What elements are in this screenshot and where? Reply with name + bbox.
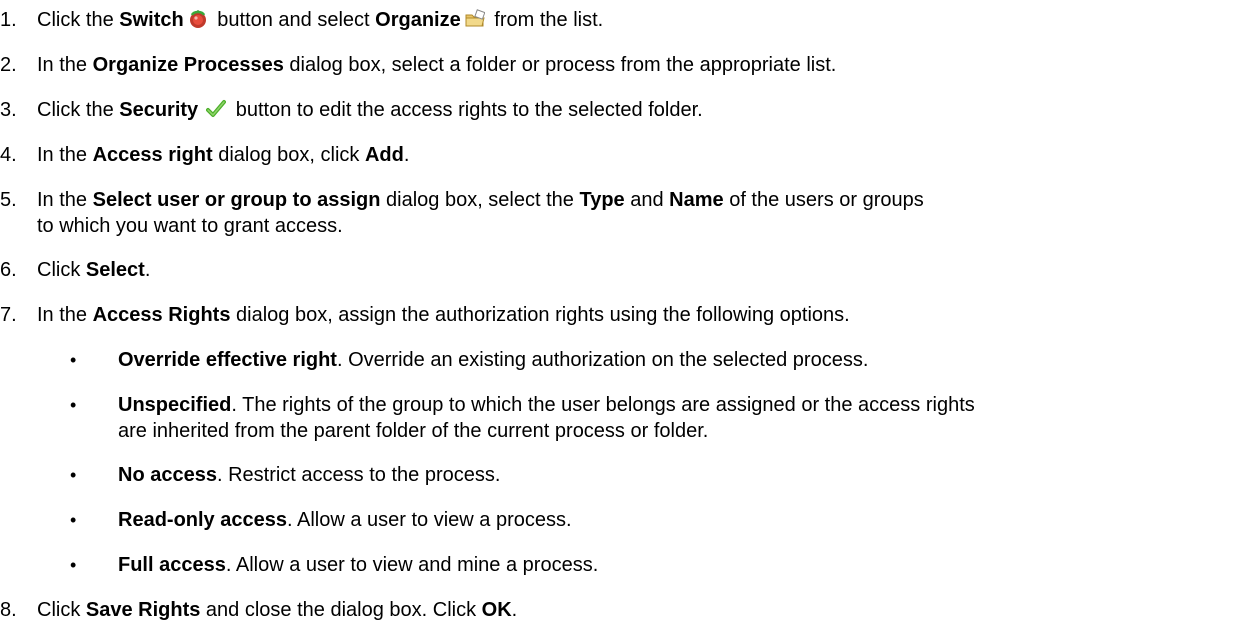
bullet: • bbox=[70, 510, 77, 530]
bullet: • bbox=[70, 350, 77, 370]
step-number: 4. bbox=[0, 144, 17, 166]
step-text: In the Access Rights dialog box, assign … bbox=[37, 304, 850, 326]
option-text: No access. Restrict access to the proces… bbox=[118, 464, 501, 486]
option-text: Override effective right. Override an ex… bbox=[118, 349, 869, 371]
step-number: 5. bbox=[0, 189, 17, 211]
security-label: Security bbox=[119, 99, 199, 121]
step-number: 7. bbox=[0, 304, 17, 326]
switch-label: Switch bbox=[119, 9, 184, 31]
step-text: Click the Switch button and select Organ… bbox=[37, 8, 603, 35]
step-number: 8. bbox=[0, 599, 17, 621]
bullet: • bbox=[70, 465, 77, 485]
organize-icon bbox=[465, 9, 486, 35]
option-text: Unspecified. The rights of the group to … bbox=[118, 394, 975, 416]
step-text: In the Access right dialog box, click Ad… bbox=[37, 144, 410, 166]
option-text: Read-only access. Allow a user to view a… bbox=[118, 509, 572, 531]
step-text: Click the Security button to edit the ac… bbox=[37, 98, 703, 125]
step-text: In the Select user or group to assign di… bbox=[37, 189, 924, 211]
organize-label: Organize bbox=[375, 9, 461, 31]
step-number: 3. bbox=[0, 99, 17, 121]
security-checkmark-icon bbox=[206, 99, 227, 125]
step-number: 1. bbox=[0, 9, 17, 31]
switch-icon bbox=[188, 9, 208, 35]
step-text: Click Save Rights and close the dialog b… bbox=[37, 599, 518, 621]
step-text: In the Organize Processes dialog box, se… bbox=[37, 54, 837, 76]
option-unspecified-continuation: are inherited from the parent folder of … bbox=[118, 420, 709, 442]
step-number: 2. bbox=[0, 54, 17, 76]
bullet: • bbox=[70, 395, 77, 415]
step-number: 6. bbox=[0, 259, 17, 281]
bullet: • bbox=[70, 555, 77, 575]
option-text: Full access. Allow a user to view and mi… bbox=[118, 554, 599, 576]
step-5-continuation: to which you want to grant access. bbox=[37, 215, 343, 237]
step-text: Click Select. bbox=[37, 259, 151, 281]
